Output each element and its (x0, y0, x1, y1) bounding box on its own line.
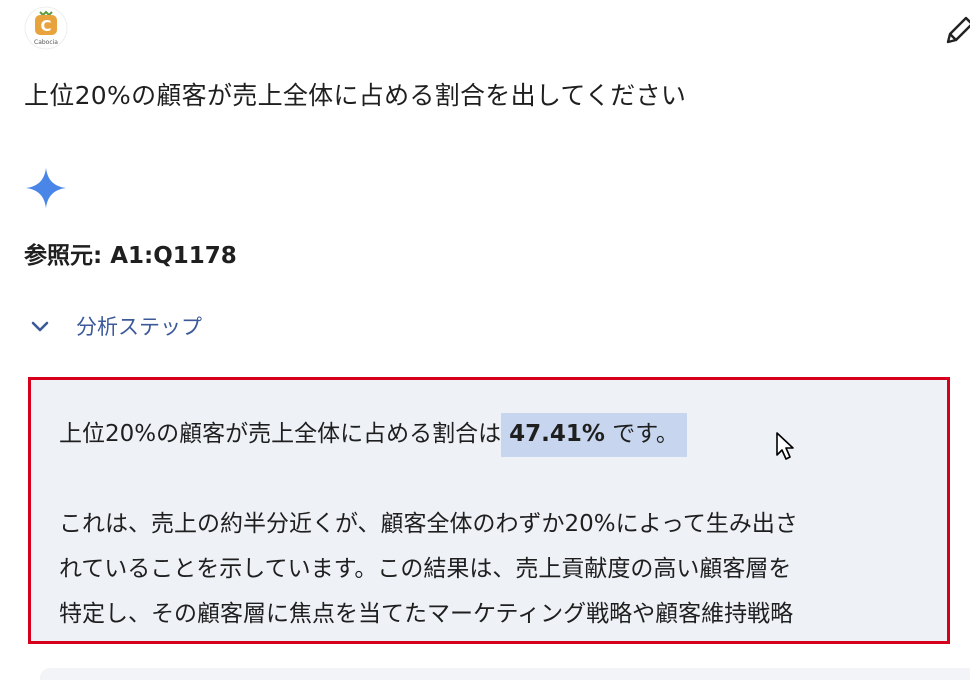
avatar-letter: C (40, 17, 51, 35)
pencil-icon (946, 16, 970, 44)
mouse-cursor-icon (775, 431, 795, 461)
avatar: C Cabocia (24, 6, 68, 50)
explanation-line: これは、売上の約半分近くが、顧客全体のわずか20%によって生み出さ (59, 511, 798, 537)
analysis-steps-toggle[interactable]: 分析ステップ (28, 306, 202, 346)
answer-result: 上位20%の顧客が売上全体に占める割合は 47.41% です。 (59, 413, 687, 457)
explanation-line: れていることを示しています。この結果は、売上貢献度の高い顧客層を (59, 556, 792, 582)
cabocia-logo-icon: C Cabocia (24, 6, 68, 50)
avatar-name: Cabocia (34, 39, 58, 46)
edit-button[interactable] (938, 12, 970, 48)
answer-suffix: です。 (612, 421, 679, 447)
answer-prefix: 上位20%の顧客が売上全体に占める割合は (59, 421, 502, 447)
answer-value: 47.41% (509, 421, 605, 447)
user-query: 上位20%の顧客が売上全体に占める割合を出してください (24, 81, 687, 110)
answer-highlight-box: 上位20%の顧客が売上全体に占める割合は 47.41% です。 これは、売上の約半… (28, 377, 950, 644)
sparkle-icon (24, 166, 68, 210)
chevron-down-icon (31, 321, 49, 332)
answer-explanation: これは、売上の約半分近くが、顧客全体のわずか20%によって生み出さ れていること… (59, 502, 947, 637)
source-reference: 参照元: A1:Q1178 (24, 243, 237, 269)
explanation-line: 特定し、その顧客層に焦点を当てたマーケティング戦略や顧客維持戦略 (59, 601, 794, 627)
analysis-steps-label: 分析ステップ (76, 315, 202, 339)
input-bar[interactable] (40, 668, 970, 680)
selected-result[interactable]: 47.41% です。 (501, 413, 687, 457)
